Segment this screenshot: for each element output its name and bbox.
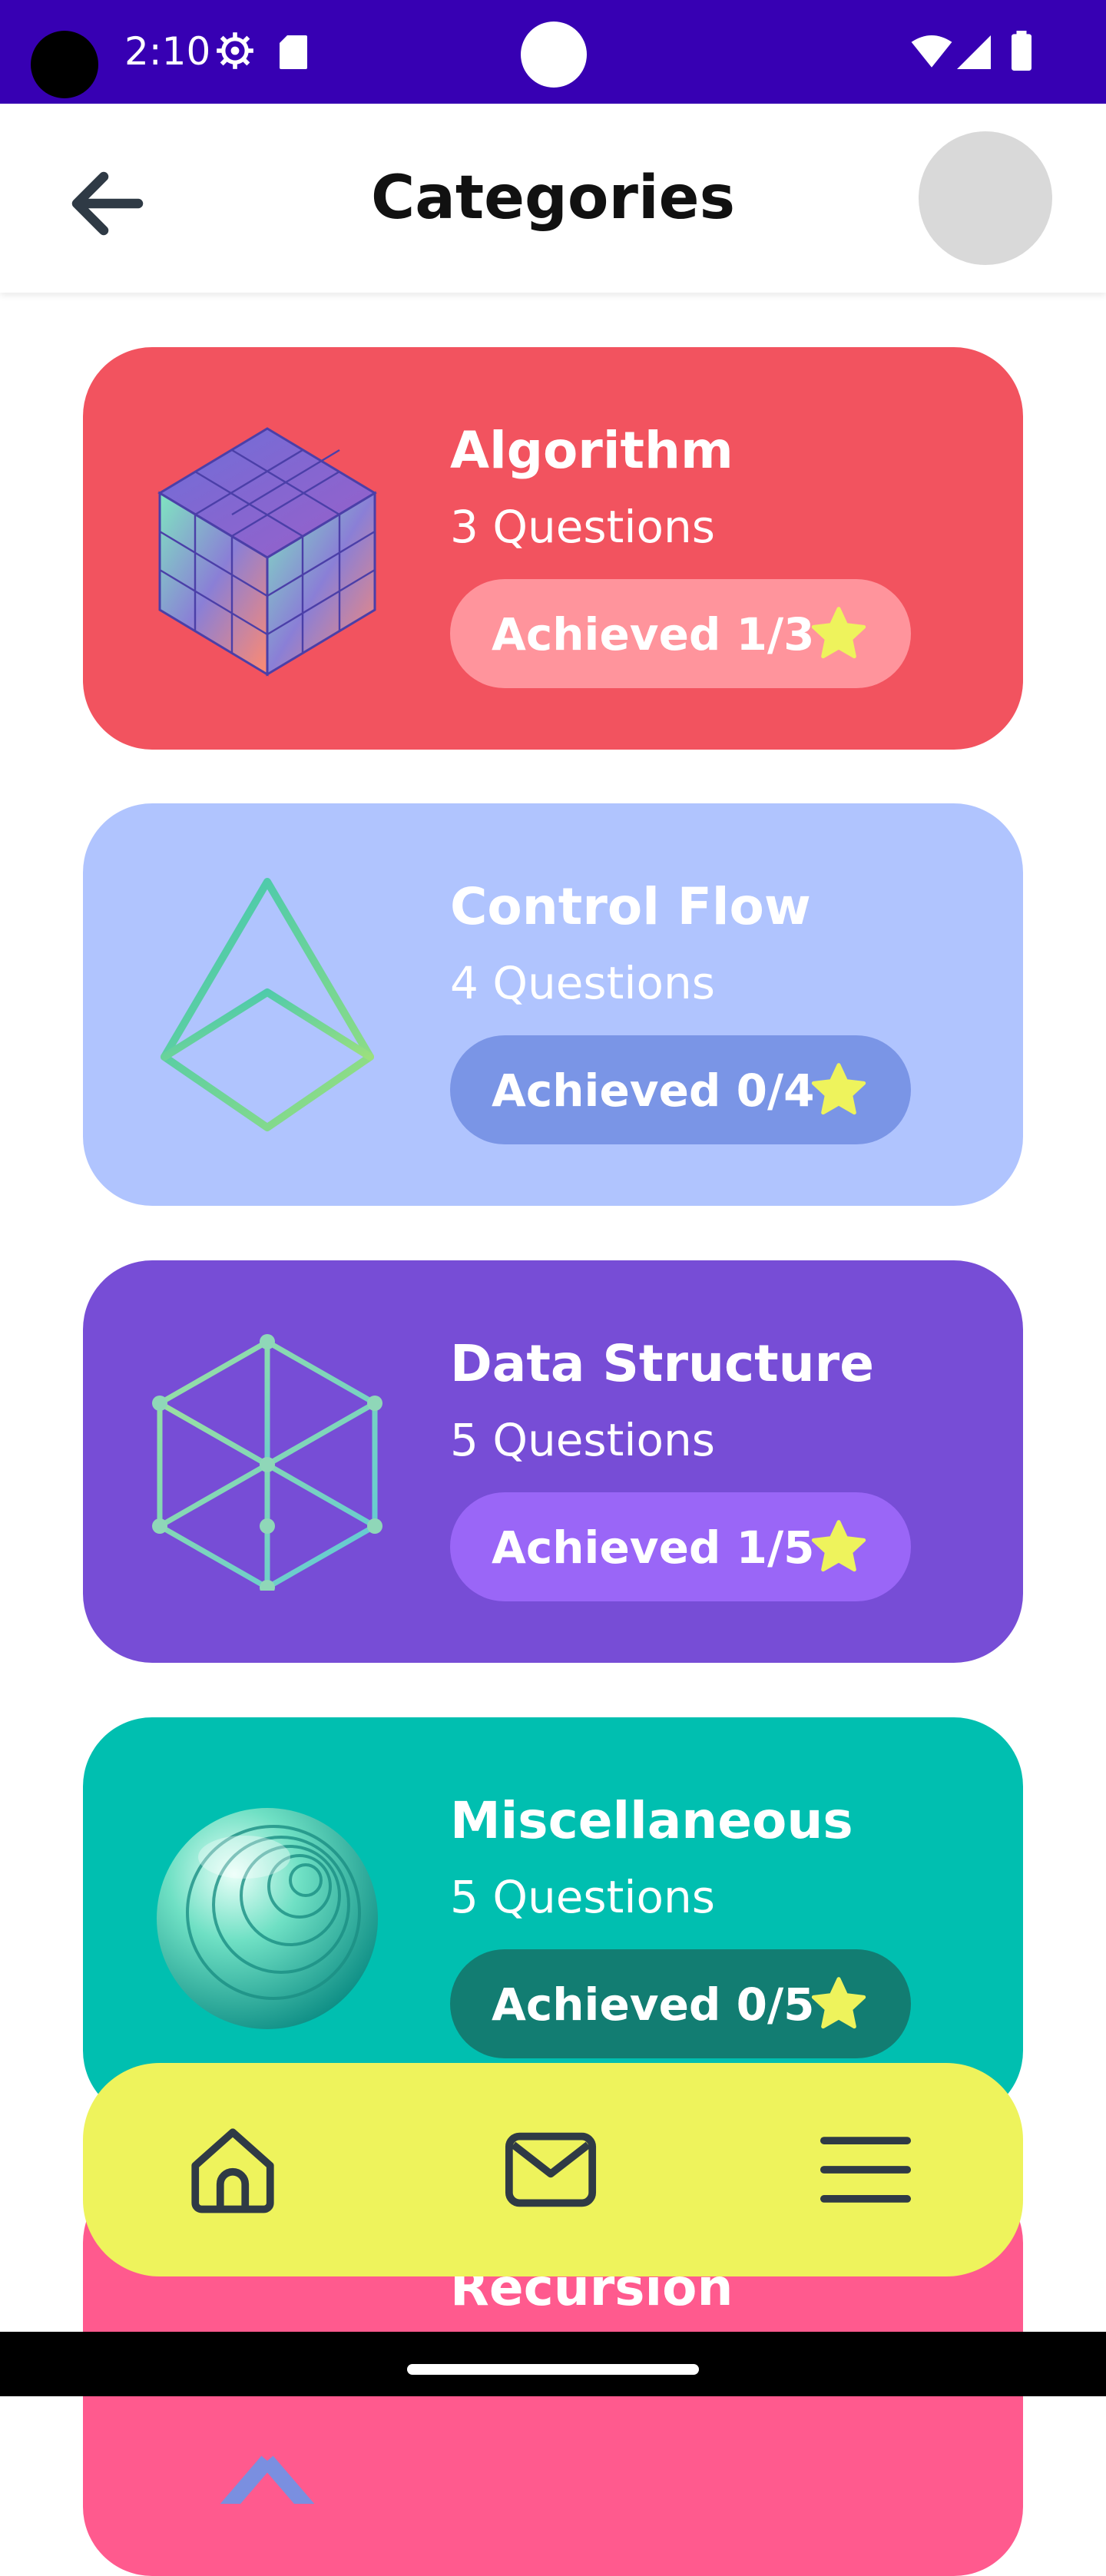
home-icon[interactable] (183, 2120, 283, 2220)
category-card-algorithm[interactable]: Algorithm 3 Questions Achieved 1/3 (83, 347, 1023, 750)
gear-icon (217, 32, 253, 69)
sphere-icon (157, 1808, 378, 2029)
avatar[interactable] (919, 131, 1052, 265)
achieved-label: Achieved 0/5 (492, 1978, 815, 2031)
achieved-label: Achieved 0/4 (492, 1065, 815, 1117)
star-icon (811, 607, 866, 659)
wifi-icon (911, 35, 952, 68)
signal-icon (957, 35, 991, 69)
question-count: 5 Questions (450, 1414, 715, 1466)
battery-icon (1012, 31, 1031, 71)
category-title: Control Flow (450, 877, 811, 936)
question-count: 5 Questions (450, 1871, 715, 1923)
category-title: Miscellaneous (450, 1791, 853, 1850)
status-bar: 2:10 (0, 0, 1106, 104)
sd-card-icon (280, 35, 307, 69)
achieved-label: Achieved 1/3 (492, 608, 815, 661)
system-gesture-bar (0, 2332, 1106, 2396)
star-icon (811, 1520, 866, 1572)
achieved-badge: Achieved 0/4 (450, 1035, 911, 1144)
mail-icon[interactable] (501, 2120, 601, 2220)
pyramid-icon (161, 878, 374, 1131)
category-card-control-flow[interactable]: Control Flow 4 Questions Achieved 0/4 (83, 803, 1023, 1206)
app-bar: Categories (0, 104, 1106, 293)
category-card-miscellaneous[interactable]: Miscellaneous 5 Questions Achieved 0/5 (83, 1717, 1023, 2120)
menu-icon[interactable] (816, 2120, 916, 2220)
category-title: Algorithm (450, 421, 733, 480)
status-time: 2:10 (124, 29, 211, 74)
category-title: Data Structure (450, 1334, 874, 1393)
question-count: 4 Questions (450, 957, 715, 1009)
star-icon (811, 1063, 866, 1115)
achieved-badge: Achieved 1/3 (450, 579, 911, 688)
wireframe-cube-icon (152, 1334, 382, 1591)
achieved-badge: Achieved 1/5 (450, 1492, 911, 1601)
camera-cutout (31, 31, 98, 98)
bottom-nav (83, 2063, 1023, 2276)
star-icon (811, 1977, 866, 2029)
cube-icon (157, 427, 377, 677)
front-camera (521, 22, 587, 88)
category-card-data-structure[interactable]: Data Structure 5 Questions Achieved 1/5 (83, 1260, 1023, 1663)
achieved-label: Achieved 1/5 (492, 1521, 815, 1574)
achieved-badge: Achieved 0/5 (450, 1949, 911, 2058)
home-indicator[interactable] (407, 2364, 699, 2375)
question-count: 3 Questions (450, 501, 715, 553)
